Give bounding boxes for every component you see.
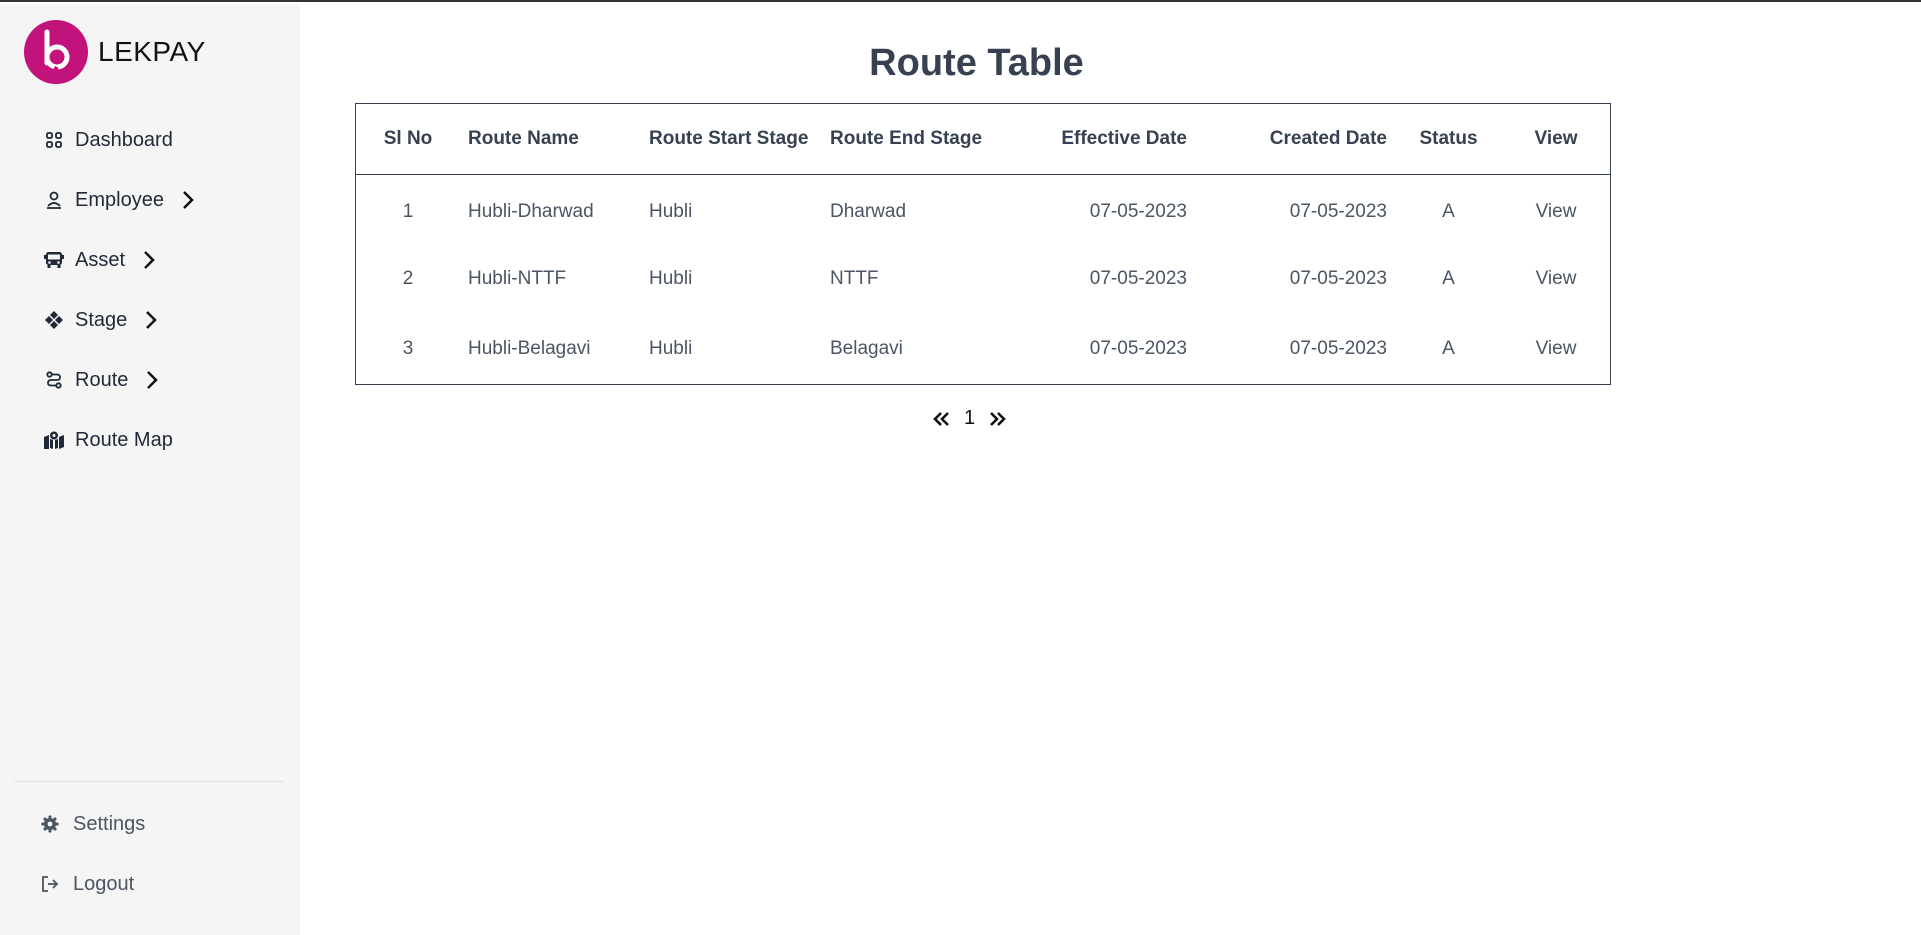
sidebar-item-route-map[interactable]: Route Map [44, 410, 196, 470]
bus-icon [44, 250, 64, 270]
brand-name: LEKPAY [98, 36, 206, 67]
cell-route-name: Hubli-Belagavi [468, 338, 591, 359]
column-header-effective-date: Effective Date [1061, 127, 1187, 149]
route-table: Sl No Route Name Route Start Stage Route… [356, 104, 1610, 384]
cell-created-date: 07-05-2023 [1289, 268, 1387, 289]
cell-effective-date: 07-05-2023 [1089, 338, 1187, 359]
sidebar-item-route[interactable]: Route [44, 350, 196, 410]
chevron-right-icon[interactable] [145, 310, 159, 330]
cell-route-end-stage: NTTF [830, 268, 879, 289]
column-header-route-start-stage: Route Start Stage [649, 127, 809, 149]
cell-effective-date: 07-05-2023 [1089, 268, 1187, 289]
sidebar: LEKPAY Dashboard Employee Asset Stage Ro… [0, 4, 300, 935]
pagination: 1 [930, 407, 1009, 430]
sidebar-divider [14, 781, 284, 782]
route-table-container: Sl No Route Name Route Start Stage Route… [355, 103, 1611, 385]
column-header-view: View [1534, 127, 1578, 149]
sidebar-nav: Dashboard Employee Asset Stage Route Rou… [44, 110, 196, 470]
column-header-sl-no: Sl No [383, 127, 433, 149]
view-button[interactable]: View [1502, 174, 1610, 244]
grid-icon [44, 130, 64, 150]
sidebar-item-logout[interactable]: Logout [40, 854, 145, 914]
table-header-row: Sl No Route Name Route Start Stage Route… [356, 104, 1610, 174]
sidebar-item-label: Settings [73, 812, 146, 835]
cell-route-name: Hubli-NTTF [468, 268, 567, 289]
cell-route-start-stage: Hubli [649, 338, 693, 359]
column-header-status: Status [1419, 127, 1478, 149]
cell-sl-no: 1 [402, 201, 414, 223]
table-row: 2 Hubli-NTTF Hubli NTTF 07-05-2023 07-05… [356, 244, 1610, 314]
user-icon [44, 190, 64, 210]
sidebar-item-label: Stage [75, 308, 128, 331]
cell-status: A [1442, 338, 1455, 359]
double-chevron-left-icon [933, 411, 949, 426]
gear-icon [40, 814, 60, 834]
cell-status: A [1442, 268, 1455, 289]
view-button[interactable]: View [1502, 244, 1610, 314]
column-header-route-end-stage: Route End Stage [830, 127, 983, 149]
chevron-right-icon[interactable] [182, 190, 196, 210]
sidebar-item-employee[interactable]: Employee [44, 170, 196, 230]
sidebar-item-label: Asset [75, 248, 126, 271]
brand[interactable]: LEKPAY [24, 20, 206, 84]
cell-route-end-stage: Dharwad [830, 201, 907, 223]
cell-effective-date: 07-05-2023 [1089, 201, 1187, 223]
route-icon [44, 370, 64, 390]
prev-page-button[interactable] [930, 408, 952, 430]
table-row: 3 Hubli-Belagavi Hubli Belagavi 07-05-20… [356, 314, 1610, 384]
current-page-number[interactable]: 1 [964, 407, 975, 430]
next-page-button[interactable] [987, 408, 1009, 430]
chevron-right-icon[interactable] [146, 370, 160, 390]
chevron-right-icon[interactable] [143, 250, 157, 270]
view-button[interactable]: View [1502, 314, 1610, 384]
cell-route-end-stage: Belagavi [830, 338, 903, 359]
lekpay-logo-icon [24, 20, 88, 84]
cell-route-start-stage: Hubli [649, 268, 693, 289]
cell-route-start-stage: Hubli [649, 201, 693, 223]
sidebar-item-label: Employee [75, 188, 164, 211]
page-title: Route Table [869, 42, 1084, 84]
sidebar-item-asset[interactable]: Asset [44, 230, 196, 290]
column-header-route-name: Route Name [468, 127, 579, 149]
sidebar-item-stage[interactable]: Stage [44, 290, 196, 350]
diamond-grid-icon [44, 310, 64, 330]
sidebar-bottom: Settings Logout [40, 794, 145, 914]
cell-created-date: 07-05-2023 [1289, 338, 1387, 359]
table-row: 1 Hubli-Dharwad Hubli Dharwad 07-05-2023… [356, 174, 1610, 244]
cell-status: A [1442, 201, 1455, 223]
column-header-created-date: Created Date [1269, 127, 1387, 149]
double-chevron-right-icon [990, 411, 1006, 426]
sidebar-item-label: Route [75, 368, 129, 391]
cell-created-date: 07-05-2023 [1289, 201, 1387, 223]
sidebar-item-label: Logout [73, 872, 135, 895]
logout-icon [40, 874, 60, 894]
map-pin-icon [44, 430, 64, 450]
sidebar-item-settings[interactable]: Settings [40, 794, 145, 854]
cell-sl-no: 3 [402, 338, 414, 359]
sidebar-item-label: Dashboard [75, 128, 173, 151]
sidebar-item-label: Route Map [75, 428, 173, 451]
cell-route-name: Hubli-Dharwad [468, 201, 594, 223]
cell-sl-no: 2 [402, 268, 414, 289]
sidebar-item-dashboard[interactable]: Dashboard [44, 110, 196, 170]
